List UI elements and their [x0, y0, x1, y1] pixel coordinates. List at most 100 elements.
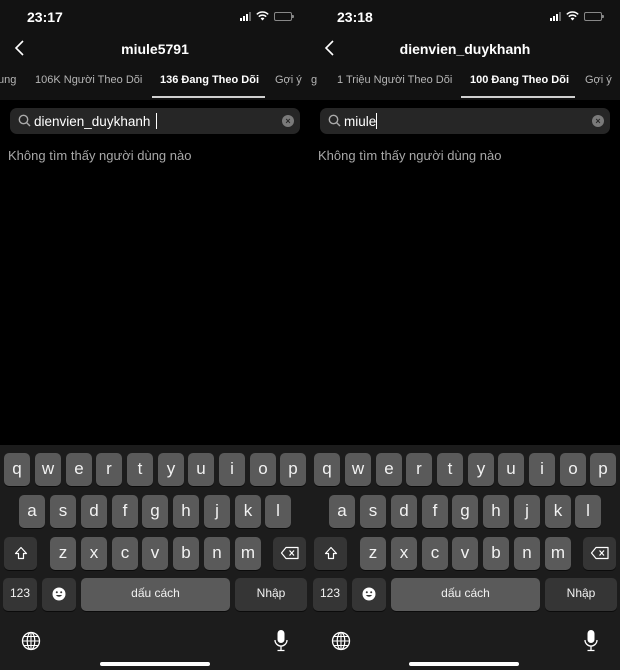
globe-icon[interactable]: [331, 631, 351, 651]
active-tab-indicator: [152, 96, 265, 98]
shift-key[interactable]: [4, 537, 37, 570]
key-p[interactable]: p: [590, 453, 616, 486]
space-key[interactable]: dấu cách: [391, 578, 540, 611]
key-w[interactable]: w: [35, 453, 61, 486]
key-w[interactable]: w: [345, 453, 371, 486]
key-e[interactable]: e: [376, 453, 402, 486]
emoji-key[interactable]: [352, 578, 386, 611]
key-f[interactable]: f: [112, 495, 138, 528]
key-x[interactable]: x: [391, 537, 417, 570]
key-k[interactable]: k: [545, 495, 571, 528]
key-r[interactable]: r: [96, 453, 122, 486]
tab-followers[interactable]: 1 Triệu Người Theo Dõi: [337, 74, 452, 86]
clear-icon[interactable]: ×: [282, 115, 294, 127]
key-u[interactable]: u: [188, 453, 214, 486]
key-n[interactable]: n: [514, 537, 540, 570]
globe-icon[interactable]: [21, 631, 41, 651]
tab-partial[interactable]: ıg: [310, 74, 317, 86]
key-z[interactable]: z: [360, 537, 386, 570]
tab-suggested[interactable]: Gợi ý: [585, 74, 612, 86]
key-j[interactable]: j: [514, 495, 540, 528]
key-h[interactable]: h: [483, 495, 509, 528]
search-input[interactable]: [34, 111, 274, 131]
key-m[interactable]: m: [545, 537, 571, 570]
key-u[interactable]: u: [498, 453, 524, 486]
status-icons: [240, 11, 294, 21]
key-j[interactable]: j: [204, 495, 230, 528]
search-bar[interactable]: ×: [10, 108, 300, 134]
key-o[interactable]: o: [560, 453, 586, 486]
key-y[interactable]: y: [158, 453, 184, 486]
shift-icon: [14, 546, 27, 560]
key-p[interactable]: p: [280, 453, 306, 486]
wifi-icon: [566, 11, 579, 21]
key-y[interactable]: y: [468, 453, 494, 486]
key-a[interactable]: a: [19, 495, 45, 528]
battery-icon: [274, 11, 294, 21]
signal-icon: [550, 11, 561, 21]
key-a[interactable]: a: [329, 495, 355, 528]
home-indicator[interactable]: [409, 662, 519, 666]
tab-following[interactable]: 100 Đang Theo Dõi: [470, 74, 569, 86]
key-b[interactable]: b: [173, 537, 199, 570]
key-n[interactable]: n: [204, 537, 230, 570]
status-time: 23:18: [337, 9, 373, 25]
key-q[interactable]: q: [4, 453, 30, 486]
delete-key[interactable]: [273, 537, 306, 570]
emoji-key[interactable]: [42, 578, 76, 611]
return-key[interactable]: Nhập: [545, 578, 617, 611]
key-d[interactable]: d: [81, 495, 107, 528]
key-r[interactable]: r: [406, 453, 432, 486]
key-e[interactable]: e: [66, 453, 92, 486]
key-h[interactable]: h: [173, 495, 199, 528]
header: 23:17 miule5791 ung 106K Người Theo Dõi …: [0, 0, 310, 100]
return-key[interactable]: Nhập: [235, 578, 307, 611]
key-t[interactable]: t: [127, 453, 153, 486]
key-b[interactable]: b: [483, 537, 509, 570]
key-s[interactable]: s: [360, 495, 386, 528]
key-i[interactable]: i: [529, 453, 555, 486]
key-f[interactable]: f: [422, 495, 448, 528]
clear-icon[interactable]: ×: [592, 115, 604, 127]
screen-left: 23:17 miule5791 ung 106K Người Theo Dõi …: [0, 0, 310, 670]
key-v[interactable]: v: [142, 537, 168, 570]
key-o[interactable]: o: [250, 453, 276, 486]
tab-followers[interactable]: 106K Người Theo Dõi: [35, 74, 142, 86]
key-m[interactable]: m: [235, 537, 261, 570]
key-c[interactable]: c: [422, 537, 448, 570]
page-title: dienvien_duykhanh: [399, 41, 531, 57]
space-key[interactable]: dấu cách: [81, 578, 230, 611]
search-icon: [18, 114, 31, 127]
delete-key[interactable]: [583, 537, 616, 570]
key-s[interactable]: s: [50, 495, 76, 528]
numbers-key[interactable]: 123: [3, 578, 37, 611]
screen-right: 23:18 dienvien_duykhanh ıg 1 Triệu Người…: [310, 0, 620, 670]
tab-partial[interactable]: ung: [0, 74, 16, 86]
tab-suggested[interactable]: Gợi ý: [275, 74, 302, 86]
key-i[interactable]: i: [219, 453, 245, 486]
key-v[interactable]: v: [452, 537, 478, 570]
search-input[interactable]: [344, 111, 584, 131]
key-c[interactable]: c: [112, 537, 138, 570]
key-g[interactable]: g: [142, 495, 168, 528]
microphone-icon[interactable]: [273, 629, 289, 653]
microphone-icon[interactable]: [583, 629, 599, 653]
tab-following[interactable]: 136 Đang Theo Dõi: [160, 74, 259, 86]
key-q[interactable]: q: [314, 453, 340, 486]
home-indicator[interactable]: [100, 662, 210, 666]
key-z[interactable]: z: [50, 537, 76, 570]
key-l[interactable]: l: [265, 495, 291, 528]
key-l[interactable]: l: [575, 495, 601, 528]
key-g[interactable]: g: [452, 495, 478, 528]
key-d[interactable]: d: [391, 495, 417, 528]
status-icons: [550, 11, 604, 21]
key-x[interactable]: x: [81, 537, 107, 570]
shift-key[interactable]: [314, 537, 347, 570]
search-bar[interactable]: ×: [320, 108, 610, 134]
numbers-key[interactable]: 123: [313, 578, 347, 611]
tab-bar: ıg 1 Triệu Người Theo Dõi 100 Đang Theo …: [310, 74, 620, 96]
shift-icon: [324, 546, 337, 560]
key-k[interactable]: k: [235, 495, 261, 528]
text-cursor: [376, 113, 377, 129]
key-t[interactable]: t: [437, 453, 463, 486]
